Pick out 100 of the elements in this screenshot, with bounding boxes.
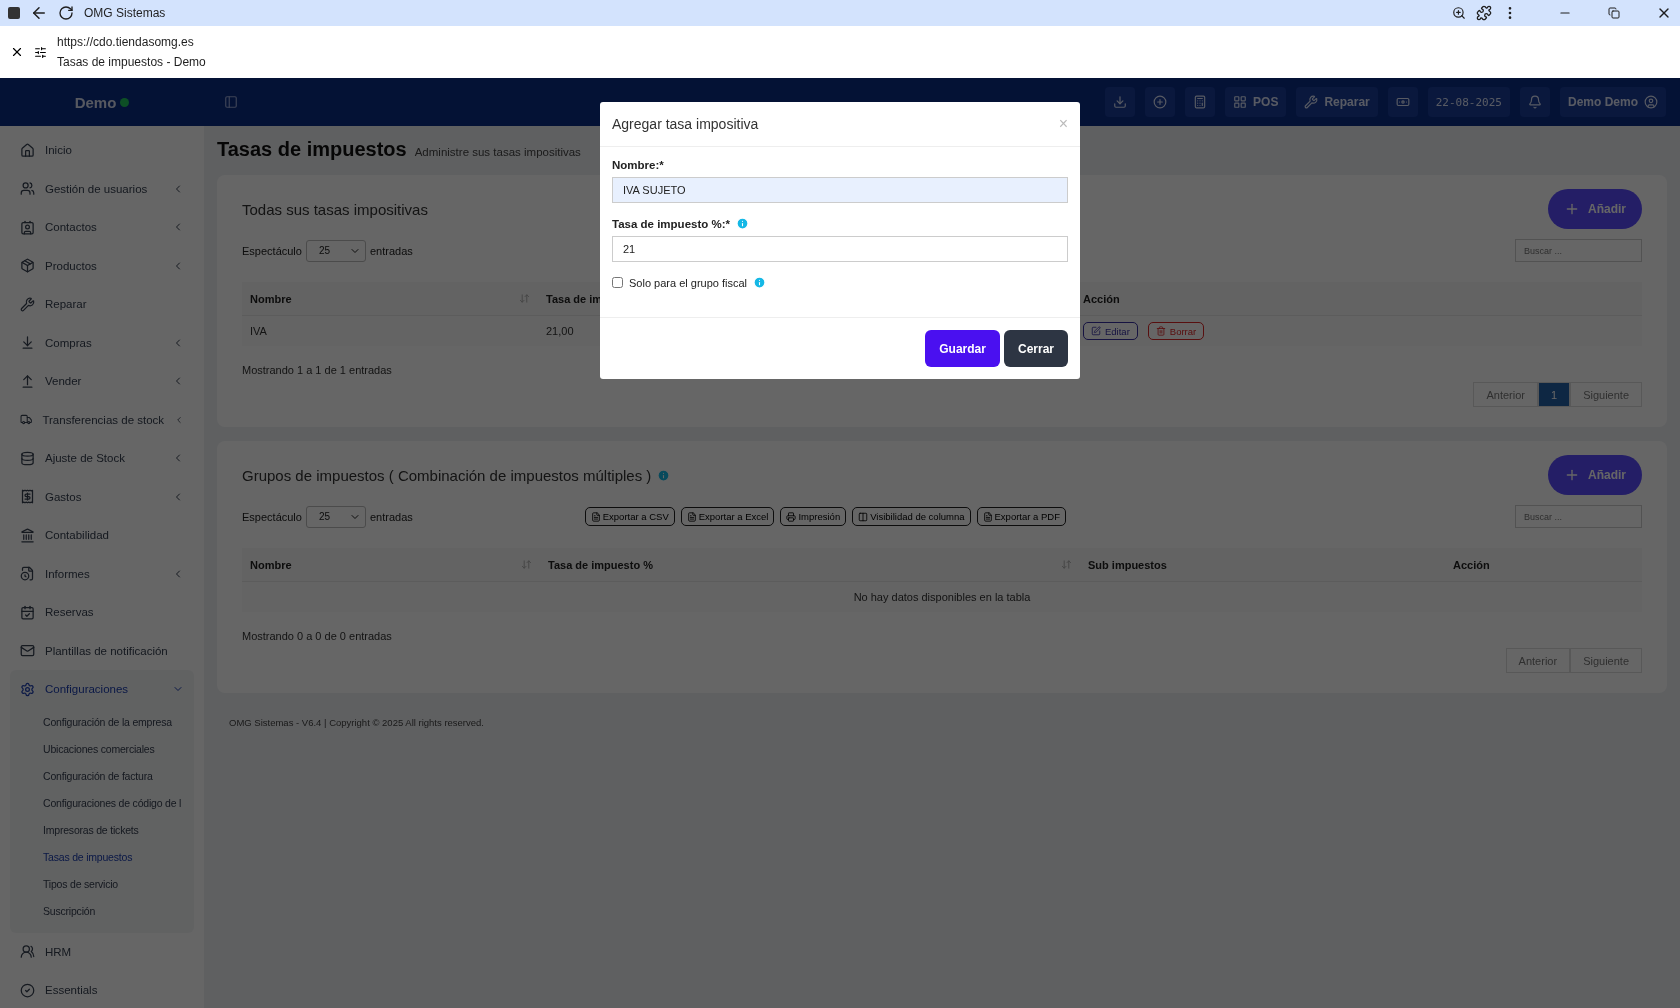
delete-button[interactable]: Borrar — [1147, 322, 1205, 340]
database-icon — [20, 450, 35, 466]
export-button[interactable]: Impresión — [780, 507, 847, 526]
plus-icon — [1564, 201, 1580, 217]
site-settings-icon[interactable] — [34, 45, 47, 59]
bell-icon — [1528, 95, 1542, 109]
users-icon — [20, 181, 35, 197]
add-button[interactable] — [1145, 87, 1176, 117]
users-icon — [20, 944, 35, 960]
dialog-title: Agregar tasa impositiva — [612, 116, 759, 132]
zoom-icon[interactable] — [1452, 6, 1466, 20]
upload-icon — [20, 373, 35, 389]
checkbox[interactable] — [612, 277, 623, 288]
url-text: https://cdo.tiendasomg.es — [57, 35, 195, 49]
save-button[interactable]: Guardar — [925, 330, 1000, 367]
card-title: Todas sus tasas impositivas — [242, 200, 428, 218]
sidebar-item[interactable]: Vender — [0, 362, 204, 401]
sidebar-item[interactable]: Informes — [0, 554, 204, 593]
bank-icon — [20, 527, 35, 543]
banknote-icon — [1395, 95, 1410, 109]
brand-name: Demo — [74, 93, 117, 111]
table-info: Mostrando 1 a 1 de 1 entradas — [242, 364, 392, 376]
input-field[interactable]: IVA SUJETO — [612, 177, 1068, 203]
page-size-select[interactable]: 25 — [305, 505, 366, 528]
sidebar-item[interactable]: Gestión de usuarios — [0, 169, 204, 208]
page-button[interactable]: 1 — [1538, 382, 1571, 407]
card-title: Grupos de impuestos ( Combinación de impuestos múltiples ) — [242, 466, 652, 484]
plus-icon — [1564, 467, 1580, 483]
show-label: Espectáculo — [242, 510, 302, 523]
sidebar-toggle-icon[interactable] — [224, 95, 238, 109]
close-icon[interactable] — [10, 45, 24, 59]
sidebar-item[interactable]: Reparar — [0, 285, 204, 324]
close-button[interactable]: Cerrar — [1003, 330, 1068, 367]
input-field[interactable]: 21 — [612, 236, 1068, 262]
info-icon — [657, 468, 671, 482]
sidebar-item[interactable]: Contactos — [0, 208, 204, 247]
download-icon — [1113, 95, 1128, 109]
printer-icon — [786, 511, 797, 522]
sidebar-item[interactable]: Reservas — [0, 593, 204, 632]
grid-icon — [1233, 95, 1248, 109]
check-circle-icon — [20, 982, 35, 998]
edit-button[interactable]: Editar — [1083, 322, 1138, 340]
sidebar-item[interactable]: Gastos — [0, 477, 204, 516]
field-label: Tasa de impuesto %:* — [612, 217, 730, 230]
table-info: Mostrando 0 a 0 de 0 entradas — [242, 630, 392, 642]
edit-icon — [1091, 326, 1101, 336]
page-title: Tasas de impuestos - Demo — [57, 55, 206, 69]
wrench-icon — [1304, 95, 1319, 109]
sidebar-item[interactable]: Compras — [0, 323, 204, 362]
page-size-select[interactable]: 25 — [305, 239, 366, 262]
app-icon — [8, 7, 20, 19]
sidebar-subitem[interactable]: Ubicaciones comerciales — [10, 735, 194, 763]
user-menu[interactable]: Demo Demo — [1560, 87, 1666, 117]
add-button[interactable]: Añadir — [1548, 455, 1642, 495]
calendar-icon — [20, 604, 35, 620]
file-icon — [982, 511, 993, 522]
extensions-icon[interactable] — [1476, 5, 1492, 21]
export-button[interactable]: Visibilidad de columna — [852, 507, 971, 526]
trash-icon — [1155, 326, 1166, 336]
sidebar-subitem[interactable]: Configuración de la empresa — [10, 708, 194, 736]
wrench-icon — [20, 296, 35, 312]
export-button[interactable]: Exportar a Excel — [680, 507, 775, 526]
entries-label: entradas — [369, 244, 413, 257]
contact-card-icon — [20, 219, 35, 235]
calculator-icon — [1193, 95, 1208, 109]
restore-icon[interactable] — [1608, 7, 1620, 19]
cash-button[interactable] — [1387, 87, 1418, 117]
export-button[interactable]: Exportar a CSV — [584, 507, 675, 526]
repair-button[interactable]: Reparar — [1296, 87, 1378, 117]
user-icon — [1644, 95, 1658, 109]
sidebar-item[interactable]: Essentials — [0, 971, 204, 1008]
pos-button[interactable]: POS — [1225, 87, 1287, 117]
sidebar-item[interactable]: Transferencias de stock — [0, 400, 204, 439]
sidebar-subitem[interactable]: Impresoras de tickets — [10, 816, 194, 844]
box-icon — [20, 258, 35, 274]
sidebar-subitem[interactable]: Configuración de factura — [10, 762, 194, 790]
sidebar-subitem[interactable]: Tasas de impuestos — [10, 843, 194, 871]
calculator-button[interactable] — [1185, 87, 1216, 117]
sidebar-item[interactable]: Inicio — [0, 131, 204, 170]
entries-label: entradas — [369, 510, 413, 523]
sidebar-item[interactable]: Configuraciones — [10, 670, 194, 709]
mail-icon — [20, 643, 35, 659]
export-button[interactable]: Exportar a PDF — [976, 507, 1066, 526]
receipt-icon — [20, 489, 35, 505]
sidebar-item[interactable]: Productos — [0, 246, 204, 285]
sidebar-item[interactable]: Ajuste de Stock — [0, 439, 204, 478]
sidebar-subitem[interactable]: Suscripción — [10, 897, 194, 925]
sidebar-item[interactable]: Contabilidad — [0, 516, 204, 555]
settings-icon — [20, 681, 35, 697]
reload-icon[interactable] — [58, 5, 74, 21]
close-button[interactable]: × — [1058, 115, 1068, 133]
sidebar-item[interactable]: Plantillas de notificación — [0, 631, 204, 670]
show-label: Espectáculo — [242, 244, 302, 257]
back-icon[interactable] — [30, 4, 48, 22]
columns-icon — [858, 511, 869, 522]
file-icon — [686, 511, 697, 522]
page-title: Tasas de impuestos — [217, 138, 407, 161]
window-title: OMG Sistemas — [84, 6, 167, 20]
add-button[interactable]: Añadir — [1548, 189, 1642, 229]
sidebar-subitem[interactable]: Tipos de servicio — [10, 870, 194, 898]
